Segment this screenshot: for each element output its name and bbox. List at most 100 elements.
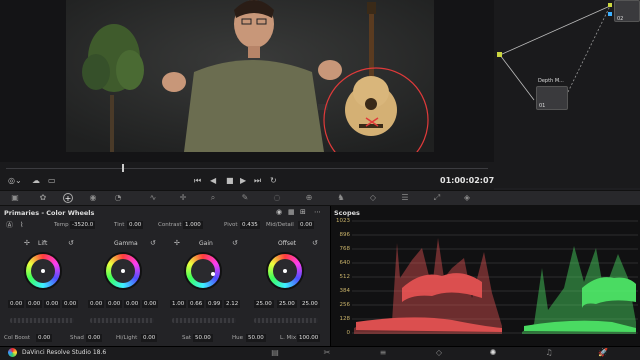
cut-page-icon[interactable]: ✂ (322, 348, 332, 358)
davinci-logo-icon (8, 348, 17, 357)
gain-wheel[interactable] (184, 252, 222, 290)
gain-master-slider[interactable] (172, 318, 236, 323)
offset-g-value[interactable]: 25.00 (277, 300, 297, 308)
skip-end-icon[interactable]: ⏭ (254, 176, 261, 186)
gain-r-value[interactable]: 0.66 (188, 300, 205, 308)
gamma-b-value[interactable]: 0.00 (142, 300, 159, 308)
lift-reset-icon[interactable]: ↺ (68, 238, 74, 248)
play-reverse-icon[interactable]: ◀ (210, 176, 216, 186)
warper-icon[interactable]: ✛ (178, 193, 188, 203)
video-still (66, 0, 434, 152)
shad-value[interactable]: 0.00 (86, 334, 103, 342)
color-match-icon[interactable]: ✿ (38, 193, 48, 203)
lift-b-value[interactable]: 0.00 (62, 300, 79, 308)
eyedropper-icon[interactable]: ✎ (240, 193, 250, 203)
key-icon[interactable]: ☰ (400, 193, 410, 203)
edit-page-icon[interactable]: ≡ (378, 348, 388, 358)
scope-tick: 0 (346, 330, 351, 336)
qualifier-icon[interactable]: ⌕ (208, 193, 218, 203)
fusion-page-icon[interactable]: ◇ (434, 348, 444, 358)
more-icon[interactable]: ⋯ (314, 207, 321, 217)
bars-icon[interactable]: ▦ (288, 207, 295, 217)
scopes-title: Scopes (334, 209, 360, 217)
gamma-wheel-handle[interactable] (121, 269, 125, 273)
temp-value[interactable]: -3520.0 (70, 221, 96, 229)
middetail-label: Mid/Detail (266, 222, 294, 228)
app-name: DaVinci Resolve Studio 18.6 (22, 349, 107, 356)
gain-picker-icon[interactable]: ✢ (174, 238, 180, 248)
picker-icon[interactable]: ⌇ (20, 220, 23, 230)
stop-icon[interactable]: ■ (226, 176, 234, 186)
log-icon[interactable]: ⊞ (300, 207, 306, 217)
lift-y-value[interactable]: 0.00 (8, 300, 25, 308)
tint-value[interactable]: 0.00 (127, 221, 144, 229)
tracker-icon[interactable]: ⊕ (304, 193, 314, 203)
color-page-icon[interactable]: ✺ (488, 348, 498, 358)
gain-b-value[interactable]: 2.12 (224, 300, 241, 308)
gamma-y-value[interactable]: 0.00 (88, 300, 105, 308)
skip-start-icon[interactable]: ⏮ (194, 176, 201, 186)
curves-icon[interactable]: ∿ (148, 193, 158, 203)
deliver-page-icon[interactable]: 🚀 (598, 348, 608, 358)
contrast-value[interactable]: 1.000 (183, 221, 203, 229)
sat-label: Sat (182, 335, 192, 341)
node-01-number: 01 (539, 103, 546, 109)
parade-waveform (352, 220, 638, 334)
gain-y-value[interactable]: 1.00 (170, 300, 187, 308)
gain-g-value[interactable]: 0.99 (206, 300, 223, 308)
lift-g-value[interactable]: 0.00 (44, 300, 61, 308)
auto-balance-icon[interactable]: Ⓐ (6, 220, 13, 230)
media-page-icon[interactable]: ▤ (270, 348, 280, 358)
sizing-icon[interactable]: ⤢ (432, 193, 442, 203)
layout-icon[interactable]: ▭ (48, 176, 56, 186)
gamma-g-value[interactable]: 0.00 (124, 300, 141, 308)
node-02-number: 02 (617, 16, 624, 22)
scope-tick: 384 (339, 288, 351, 294)
cloud-icon[interactable]: ☁ (32, 176, 40, 186)
hue-value[interactable]: 50.00 (246, 334, 266, 342)
gamma-reset-icon[interactable]: ↺ (150, 238, 156, 248)
scope-tick: 512 (339, 274, 351, 280)
lift-picker-icon[interactable]: ✢ (24, 238, 30, 248)
loop-icon[interactable]: ↻ (270, 176, 277, 186)
offset-master-slider[interactable] (254, 318, 318, 323)
hilight-value[interactable]: 0.00 (141, 334, 158, 342)
lift-r-value[interactable]: 0.00 (26, 300, 43, 308)
offset-reset-icon[interactable]: ↺ (312, 238, 318, 248)
offset-r-value[interactable]: 25.00 (254, 300, 274, 308)
hue-label: Hue (232, 335, 244, 341)
video-frame (66, 0, 434, 152)
lift-title: Lift (38, 240, 48, 247)
gamma-master-slider[interactable] (90, 318, 154, 323)
gain-wheel-handle[interactable] (211, 272, 215, 276)
playhead-handle[interactable] (122, 164, 124, 172)
colboost-value[interactable]: 0.00 (36, 334, 53, 342)
lift-master-slider[interactable] (10, 318, 74, 323)
rgb-mixer-icon[interactable]: ◔ (113, 193, 123, 203)
tint-label: Tint (114, 222, 125, 228)
hdr-icon[interactable]: ◉ (88, 193, 98, 203)
play-icon[interactable]: ▶ (240, 176, 246, 186)
mode-dot-icon[interactable]: ◉ (276, 207, 282, 217)
pivot-value[interactable]: 0.435 (240, 221, 260, 229)
gain-reset-icon[interactable]: ↺ (232, 238, 238, 248)
gamma-r-value[interactable]: 0.00 (106, 300, 123, 308)
window-icon[interactable]: ◌ (272, 193, 282, 203)
offset-b-value[interactable]: 25.00 (300, 300, 320, 308)
viewer-mode-icon[interactable]: ◎⌄ (8, 176, 22, 186)
lmix-value[interactable]: 100.00 (297, 334, 321, 342)
lift-wheel-handle[interactable] (41, 269, 45, 273)
3d-icon[interactable]: ◈ (462, 193, 472, 203)
fairlight-page-icon[interactable]: ♫ (544, 348, 554, 358)
offset-title: Offset (278, 240, 297, 247)
middetail-value[interactable]: 0.00 (298, 221, 315, 229)
blur-icon[interactable]: ◇ (368, 193, 378, 203)
color-wheels-icon[interactable]: + (63, 193, 73, 203)
scope-tick: 640 (339, 260, 351, 266)
offset-wheel-handle[interactable] (283, 269, 287, 273)
camera-raw-icon[interactable]: ▣ (10, 193, 20, 203)
node-graph[interactable]: Depth M... 01 02 (494, 0, 640, 188)
magic-mask-icon[interactable]: ♞ (336, 193, 346, 203)
timecode-display: 01:00:02:07 (440, 176, 495, 185)
sat-value[interactable]: 50.00 (193, 334, 213, 342)
